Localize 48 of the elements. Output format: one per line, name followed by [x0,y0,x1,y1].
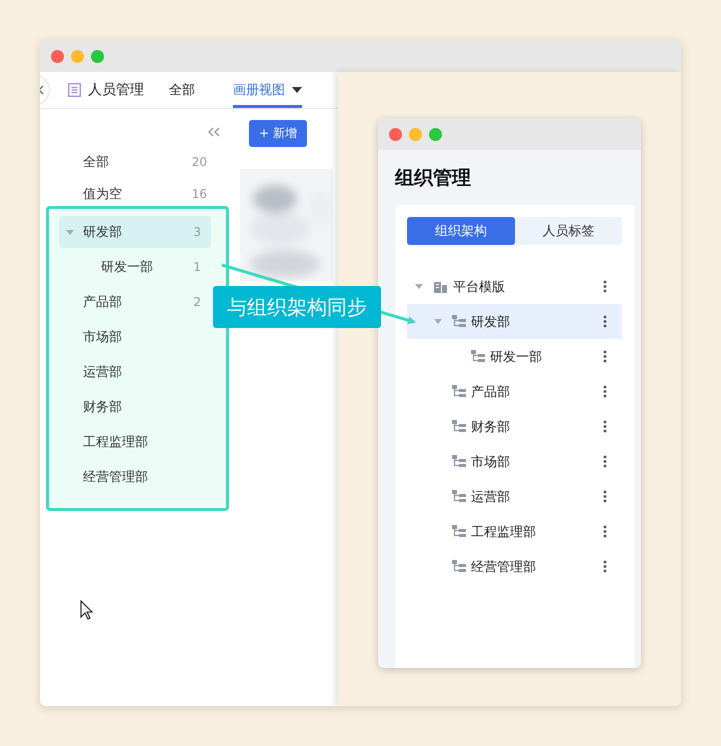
document-icon [68,83,81,97]
segment-tab[interactable]: 组织架构 [407,217,514,245]
page-title: 人员管理 [88,81,144,99]
sidebar-item[interactable]: 市场部 [59,319,211,354]
hierarchy-icon [452,315,466,328]
sidebar-item[interactable]: 研发一部 1 [59,249,211,284]
hierarchy-icon [452,560,466,573]
tree-row[interactable]: 市场部 [407,444,622,479]
annotation-label: 与组织架构同步 [213,286,381,328]
more-icon[interactable] [603,350,607,363]
sidebar-item[interactable]: 经营管理部 [59,459,211,494]
more-icon[interactable] [603,315,607,328]
add-button[interactable]: + 新增 [249,120,307,147]
sidebar-item[interactable]: 工程监理部 [59,424,211,459]
sidebar-item[interactable]: 产品部 2 [59,284,211,319]
hierarchy-icon [452,490,466,503]
more-icon[interactable] [603,455,607,468]
more-icon[interactable] [603,525,607,538]
collapse-icon[interactable] [208,127,220,137]
hierarchy-icon [471,350,485,363]
hierarchy-icon [452,385,466,398]
sidebar-item[interactable]: 全部 20 [40,146,238,178]
sidebar-item[interactable]: 运营部 [59,354,211,389]
sidebar-item[interactable]: 研发部 3 [59,216,211,248]
tree-row[interactable]: 运营部 [407,479,622,514]
hierarchy-icon [452,420,466,433]
tree-row[interactable]: 经营管理部 [407,549,622,584]
more-icon[interactable] [603,420,607,433]
more-icon[interactable] [603,490,607,503]
hierarchy-icon [452,455,466,468]
building-icon [433,280,448,293]
tree-row[interactable]: 研发一部 [407,339,622,374]
view-tab[interactable]: 画册视图 [233,72,302,108]
tree-row[interactable]: 平台模版 [407,269,622,304]
tree-row[interactable]: 财务部 [407,409,622,444]
cursor-icon [80,600,93,620]
tree-row[interactable]: 产品部 [407,374,622,409]
more-icon[interactable] [603,280,607,293]
view-tab[interactable]: 全部 [169,72,195,108]
more-icon[interactable] [603,560,607,573]
more-icon[interactable] [603,385,607,398]
window-heading: 组织管理 [395,166,472,190]
tree-row[interactable]: 工程监理部 [407,514,622,549]
sidebar-item[interactable]: 值为空 16 [40,178,238,210]
tree-row[interactable]: 研发部 [407,304,622,339]
hierarchy-icon [452,525,466,538]
segment-tab[interactable]: 人员标签 [514,217,622,245]
sidebar-item[interactable]: 财务部 [59,389,211,424]
